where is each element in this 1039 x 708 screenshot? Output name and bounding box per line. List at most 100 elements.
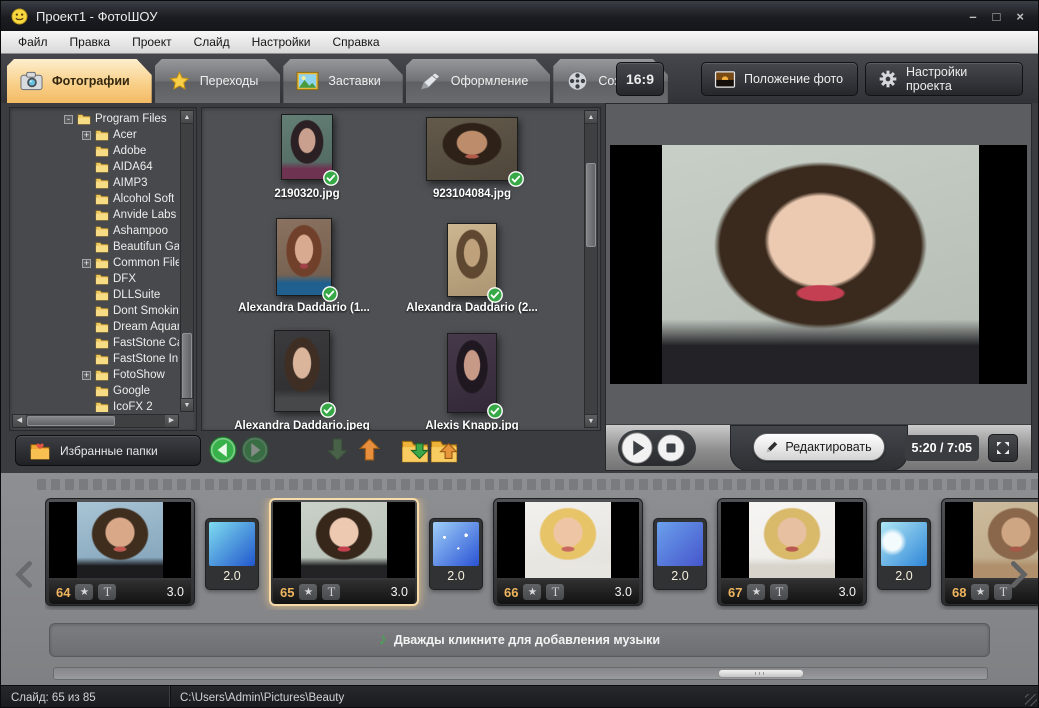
photo-item[interactable]: 923104084.jpg — [392, 117, 552, 181]
timeline-slide[interactable]: 65 ★ T 3.0 — [269, 498, 419, 606]
photo-thumbnail[interactable] — [447, 223, 497, 297]
photo-thumbnail[interactable] — [274, 330, 330, 412]
tree-item[interactable]: Google — [12, 383, 179, 399]
favorite-folders-button[interactable]: Избранные папки — [15, 435, 201, 466]
menu-item[interactable]: Правка — [59, 32, 122, 52]
menu-item[interactable]: Справка — [321, 32, 390, 52]
play-button[interactable] — [621, 432, 653, 464]
tree-expander[interactable]: - — [64, 115, 73, 124]
open-folder-button[interactable] — [430, 438, 458, 463]
maximize-button[interactable]: □ — [993, 9, 1001, 24]
photos-vertical-scrollbar[interactable]: ▲ ▼ — [584, 110, 598, 428]
text-badge-icon[interactable]: T — [994, 584, 1012, 600]
star-rating-icon[interactable]: ★ — [971, 584, 989, 600]
scroll-thumb[interactable] — [27, 416, 115, 426]
tab[interactable]: Переходы — [155, 59, 281, 103]
fullscreen-button[interactable] — [988, 434, 1018, 462]
timeline-transition[interactable]: 2.0 — [429, 518, 483, 590]
tree-item[interactable]: - Program Files — [12, 111, 179, 127]
text-badge-icon[interactable]: T — [98, 584, 116, 600]
forward-button[interactable] — [241, 436, 269, 464]
menu-item[interactable]: Слайд — [183, 32, 241, 52]
move-up-button[interactable] — [358, 436, 381, 463]
scroll-down-icon[interactable]: ▼ — [181, 398, 193, 411]
photo-position-button[interactable]: Положение фото — [701, 62, 858, 96]
text-badge-icon[interactable]: T — [770, 584, 788, 600]
timeline-slide[interactable]: 66 ★ T 3.0 — [493, 498, 643, 606]
photo-item[interactable]: Alexandra Daddario (2... — [392, 223, 552, 297]
star-rating-icon[interactable]: ★ — [75, 584, 93, 600]
scroll-thumb[interactable] — [718, 669, 804, 678]
tree-item[interactable]: Ashampoo — [12, 223, 179, 239]
menu-item[interactable]: Проект — [121, 32, 183, 52]
tree-item[interactable]: + Common File — [12, 255, 179, 271]
back-button[interactable] — [209, 436, 237, 464]
tree-item[interactable]: Beautifun Ga — [12, 239, 179, 255]
tree-expander[interactable]: + — [82, 131, 91, 140]
photo-thumbnail[interactable] — [447, 333, 497, 413]
timeline-transition[interactable]: 2.0 — [205, 518, 259, 590]
timeline-slide[interactable]: 64 ★ T 3.0 — [45, 498, 195, 606]
photo-item[interactable]: Alexis Knapp.jpg — [392, 333, 552, 413]
scroll-right-icon[interactable]: ▶ — [165, 415, 178, 427]
tree-horizontal-scrollbar[interactable]: ◀ ▶ — [12, 414, 179, 428]
tree-item[interactable]: FastStone In — [12, 351, 179, 367]
aspect-ratio-button[interactable]: 16:9 — [616, 62, 664, 96]
photo-item[interactable]: Alexandra Daddario.jpeg — [222, 330, 382, 412]
scroll-down-icon[interactable]: ▼ — [585, 414, 597, 427]
add-music-bar[interactable]: ♪ Дважды кликните для добавления музыки — [49, 623, 990, 657]
timeline-horizontal-scrollbar[interactable] — [53, 667, 988, 680]
tree-expander[interactable]: + — [82, 259, 91, 268]
tree-item[interactable]: IcoFX 2 — [12, 399, 179, 412]
timeline-transition[interactable]: 2.0 — [877, 518, 931, 590]
scroll-left-icon[interactable]: ◀ — [13, 415, 26, 427]
photo-thumbnail[interactable] — [426, 117, 518, 181]
text-badge-icon[interactable]: T — [322, 584, 340, 600]
tree-expander[interactable]: + — [82, 371, 91, 380]
star-rating-icon[interactable]: ★ — [747, 584, 765, 600]
move-down-button[interactable] — [326, 436, 349, 463]
tree-item[interactable]: AIMP3 — [12, 175, 179, 191]
close-button[interactable]: × — [1016, 9, 1024, 24]
photo-item[interactable]: 2190320.jpg — [227, 114, 387, 180]
tree-item[interactable]: Dream Aquar — [12, 319, 179, 335]
tree-item[interactable]: + Acer — [12, 127, 179, 143]
tree-item[interactable]: DFX — [12, 271, 179, 287]
add-folder-button[interactable] — [401, 438, 429, 463]
scroll-thumb[interactable] — [586, 163, 596, 247]
timeline-scroll-left-icon[interactable] — [15, 561, 32, 588]
tab[interactable]: Оформление — [406, 59, 551, 103]
tree-item[interactable]: Anvide Labs — [12, 207, 179, 223]
tab[interactable]: Фотографии — [7, 59, 152, 103]
minimize-button[interactable]: – — [969, 9, 976, 24]
tree-item[interactable]: DLLSuite — [12, 287, 179, 303]
tree-item[interactable]: Adobe — [12, 143, 179, 159]
tree-item[interactable]: FastStone Ca — [12, 335, 179, 351]
edit-button[interactable]: Редактировать — [753, 433, 885, 461]
tree-vertical-scrollbar[interactable]: ▲ ▼ — [180, 110, 194, 412]
tree-item[interactable]: Alcohol Soft — [12, 191, 179, 207]
tab[interactable]: Заставки — [283, 59, 402, 103]
photo-item[interactable]: Alexandra Daddario (1... — [224, 218, 384, 296]
tree-item[interactable]: AIDA64 — [12, 159, 179, 175]
scroll-up-icon[interactable]: ▲ — [181, 111, 193, 124]
timeline-scroll-right-icon[interactable] — [1011, 561, 1028, 588]
photo-thumbnail[interactable] — [281, 114, 333, 180]
text-badge-icon[interactable]: T — [546, 584, 564, 600]
tab-label: Переходы — [200, 74, 259, 88]
menu-item[interactable]: Настройки — [241, 32, 322, 52]
timeline-transition[interactable]: 2.0 — [653, 518, 707, 590]
menu-item[interactable]: Файл — [7, 32, 59, 52]
photo-thumbnail[interactable] — [276, 218, 332, 296]
project-settings-button[interactable]: Настройки проекта — [865, 62, 1023, 96]
stop-button[interactable] — [657, 434, 685, 462]
resize-grip[interactable] — [1025, 694, 1037, 706]
star-rating-icon[interactable]: ★ — [299, 584, 317, 600]
scroll-thumb[interactable] — [182, 333, 192, 401]
timeline-slide[interactable]: 67 ★ T 3.0 — [717, 498, 867, 606]
scroll-up-icon[interactable]: ▲ — [585, 111, 597, 124]
star-rating-icon[interactable]: ★ — [523, 584, 541, 600]
timeline-slide[interactable]: 68 ★ T — [941, 498, 1039, 606]
tree-item[interactable]: Dont Smoking — [12, 303, 179, 319]
tree-item[interactable]: + FotoShow — [12, 367, 179, 383]
